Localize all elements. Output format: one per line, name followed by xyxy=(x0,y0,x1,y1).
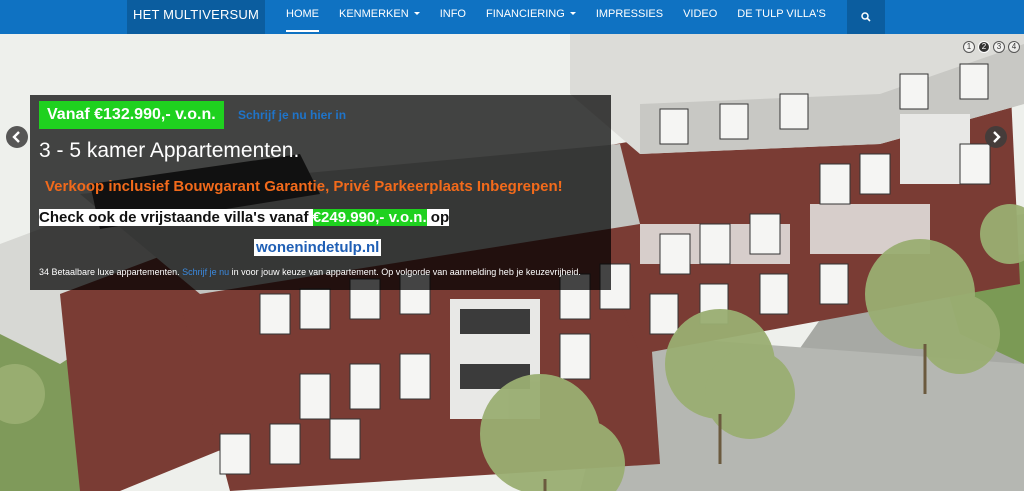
nav-item-video[interactable]: VIDEO xyxy=(673,0,727,34)
carousel-indicator[interactable]: 1 xyxy=(963,41,975,53)
search-button[interactable] xyxy=(847,0,885,34)
nav-item-financiering[interactable]: FINANCIERING xyxy=(476,0,586,34)
chevron-left-icon xyxy=(12,131,20,143)
nav-item-kenmerken[interactable]: KENMERKEN xyxy=(329,0,430,34)
caption-headline: 3 - 5 kamer Appartementen. xyxy=(39,139,300,162)
carousel-indicator[interactable]: 4 xyxy=(1008,41,1020,53)
villa-promo: Check ook de vrijstaande villa's vanaf €… xyxy=(39,209,450,226)
top-navbar: HET MULTIVERSUM HOME KENMERKEN INFO FINA… xyxy=(0,0,1024,34)
villa-promo-prefix: Check ook de vrijstaande villa's vanaf xyxy=(39,209,313,226)
price-badge: Vanaf €132.990,- v.o.n. xyxy=(39,101,224,129)
villa-promo-suffix: op xyxy=(426,209,450,226)
carousel-indicators: 1 2 3 4 xyxy=(963,41,1020,53)
signup-link[interactable]: Schrijf je nu hier in xyxy=(238,108,346,122)
brand-logo[interactable]: HET MULTIVERSUM xyxy=(127,0,265,34)
site-link[interactable]: wonenindetulp.nl xyxy=(254,239,382,256)
inline-signup-link[interactable]: Schrijf je nu xyxy=(182,267,229,277)
villa-price: €249.990,- v.o.n. xyxy=(312,209,427,226)
nav-item-de-tulp-villas[interactable]: DE TULP VILLA'S xyxy=(727,0,836,34)
carousel-caption: Vanaf €132.990,- v.o.n. Schrijf je nu hi… xyxy=(30,95,611,290)
hero-carousel: 1 2 3 4 Vanaf €132.990,- v.o.n. Schrijf … xyxy=(0,34,1024,491)
carousel-indicator[interactable]: 3 xyxy=(993,41,1005,53)
caret-down-icon xyxy=(413,12,420,15)
carousel-indicator-active[interactable]: 2 xyxy=(978,41,990,53)
nav-item-impressies[interactable]: IMPRESSIES xyxy=(586,0,673,34)
caption-description: 34 Betaalbare luxe appartementen. Schrij… xyxy=(39,267,581,277)
chevron-right-icon xyxy=(993,131,1001,143)
carousel-prev-button[interactable] xyxy=(6,126,28,148)
nav-item-info[interactable]: INFO xyxy=(430,0,476,34)
search-icon xyxy=(861,12,871,22)
guarantee-text: Verkoop inclusief Bouwgarant Garantie, P… xyxy=(45,178,563,195)
caret-down-icon xyxy=(569,12,576,15)
carousel-next-button[interactable] xyxy=(985,126,1007,148)
main-nav: HOME KENMERKEN INFO FINANCIERING IMPRESS… xyxy=(276,0,836,34)
nav-item-home[interactable]: HOME xyxy=(276,0,329,34)
